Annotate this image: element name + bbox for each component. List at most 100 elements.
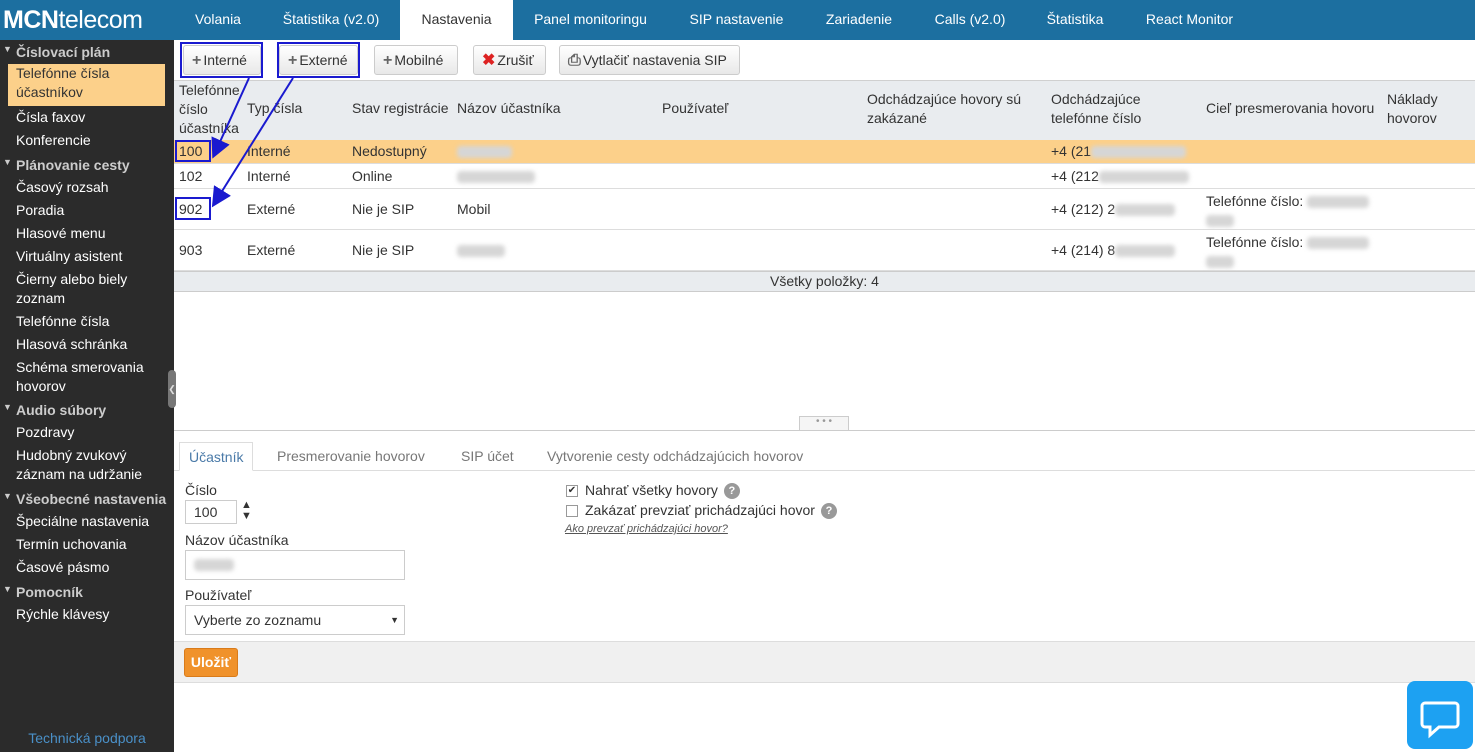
highlight-box (175, 140, 211, 162)
cell-status: Nie je SIP (352, 201, 415, 217)
tab-ucastnik[interactable]: Účastník (179, 442, 254, 471)
nav-tab-react-monitor[interactable]: React Monitor (1123, 0, 1256, 40)
col-header-name[interactable]: Názov účastníka (457, 99, 561, 118)
grid-footer: Všetky položky: 4 (174, 271, 1475, 292)
cell-status: Nedostupný (352, 143, 427, 159)
sidebar-item-poradia[interactable]: Poradia (16, 201, 168, 220)
forbid-pickup-checkbox[interactable] (566, 505, 578, 517)
cell-type: Externé (247, 201, 296, 217)
panel-splitter-handle[interactable]: • • • (799, 416, 849, 430)
nav-tab-statistika-v2[interactable]: Štatistika (v2.0) (262, 0, 400, 40)
sidebar-item-casove-pasmo[interactable]: Časové pásmo (16, 558, 168, 577)
dropdown-arrow-icon: ▼ (390, 615, 399, 625)
sidebar-item-specialne-nastavenia[interactable]: Špeciálne nastavenia (16, 512, 168, 531)
sidebar-item-cisla-faxov[interactable]: Čísla faxov (16, 108, 168, 127)
printer-icon: ⎙ (568, 52, 581, 69)
sidebar-item-hlasove-menu[interactable]: Hlasové menu (16, 224, 168, 243)
col-header-type[interactable]: Typ čísla (247, 99, 302, 118)
col-header-outgoing-number[interactable]: Odchádzajúce telefónne číslo (1051, 90, 1171, 128)
tab-vytvorenie-cesty[interactable]: Vytvorenie cesty odchádzajúcich hovorov (538, 442, 812, 471)
col-header-call-costs[interactable]: Náklady hovorov (1387, 90, 1467, 128)
nav-tab-calls-v2[interactable]: Calls (v2.0) (913, 0, 1027, 40)
sidebar-item-rychle-klavesy[interactable]: Rýchle klávesy (16, 605, 168, 624)
chat-bubble-icon (1420, 701, 1460, 739)
sidebar-item-schema-smerovania[interactable]: Schéma smerovania hovorov (16, 358, 168, 396)
stepper-down-icon[interactable]: ▼ (241, 511, 252, 522)
cell-redirect: Telefónne číslo: (1206, 192, 1370, 230)
forbid-pickup-row: Zakázať prevziať prichádzajúci hovor? (585, 502, 837, 520)
nav-tab-statistika[interactable]: Štatistika (1027, 0, 1123, 40)
help-icon[interactable]: ? (723, 483, 740, 500)
mcn-telecom-logo[interactable]: MCNtelecom (3, 4, 143, 36)
cell-name-redacted (457, 167, 535, 186)
record-all-calls-row: Nahrať všetky hovory? (585, 482, 740, 500)
cell-outgoing: +4 (212) 2 (1051, 200, 1176, 219)
add-mobile-button[interactable]: + Mobilné (374, 45, 458, 75)
number-stepper[interactable]: ▲ ▼ (241, 500, 252, 522)
cell-type: Interné (247, 143, 291, 159)
nav-tab-sip-nastavenie[interactable]: SIP nastavenie (668, 0, 805, 40)
sidebar-item-telefonne-cisla[interactable]: Telefónne čísla (16, 312, 168, 331)
close-icon: ✖ (482, 52, 496, 69)
sidebar-collapse-handle[interactable]: ❮ (168, 370, 176, 408)
nav-tab-nastavenia[interactable]: Nastavenia (400, 0, 513, 40)
cell-type: Externé (247, 242, 296, 258)
nav-tab-zariadenie[interactable]: Zariadenie (805, 0, 913, 40)
cell-number: 903 (179, 242, 203, 258)
technical-support-link[interactable]: Technická podpora (0, 730, 174, 750)
table-row[interactable]: 903 Externé Nie je SIP +4 (214) 8 Telefó… (174, 230, 1475, 271)
cancel-button[interactable]: ✖ Zrušiť (473, 45, 546, 75)
save-button[interactable]: Uložiť (184, 648, 238, 677)
sidebar-item-casovy-rozsah[interactable]: Časový rozsah (16, 178, 168, 197)
tab-presmerovanie-hovorov[interactable]: Presmerovanie hovorov (268, 442, 434, 471)
caret-down-icon: ▼ (3, 584, 12, 594)
caret-down-icon: ▼ (3, 402, 12, 412)
tab-sip-ucet[interactable]: SIP účet (452, 442, 523, 471)
nav-tab-panel-monitoringu[interactable]: Panel monitoringu (513, 0, 668, 40)
subscriber-name-input[interactable] (185, 550, 405, 580)
sidebar-item-virtualny-asistent[interactable]: Virtuálny asistent (16, 247, 168, 266)
number-label: Číslo (185, 482, 217, 498)
cell-status: Nie je SIP (352, 242, 415, 258)
col-header-user[interactable]: Používateľ (662, 99, 728, 118)
sidebar-item-pozdravy[interactable]: Pozdravy (16, 423, 168, 442)
caret-down-icon: ▼ (3, 491, 12, 501)
cell-status: Online (352, 168, 393, 184)
highlight-box (180, 42, 263, 78)
col-header-number[interactable]: Telefónne číslo účastníka (179, 81, 243, 138)
highlight-box (175, 197, 211, 220)
sidebar: ▼ Číslovací plán Telefónne čísla účastník… (0, 40, 174, 752)
cell-number: 102 (179, 168, 203, 184)
subscriber-name-label: Názov účastníka (185, 532, 289, 548)
nav-tab-volania[interactable]: Volania (175, 0, 261, 40)
record-all-calls-checkbox[interactable]: ✔ (566, 485, 578, 497)
cell-redirect: Telefónne číslo: (1206, 233, 1370, 271)
caret-down-icon: ▼ (3, 157, 12, 167)
how-to-pickup-link[interactable]: Ako prevzať prichádzajúci hovor? (565, 523, 728, 535)
table-row[interactable]: 902 Externé Nie je SIP Mobil +4 (212) 2 … (174, 189, 1475, 230)
sidebar-item-termin-uchovania[interactable]: Termín uchovania (16, 535, 168, 554)
sidebar-item-hudobny-zaznam[interactable]: Hudobný zvukový záznam na udržanie (16, 446, 168, 484)
cell-name-redacted (457, 241, 505, 260)
cell-outgoing: +4 (21 (1051, 142, 1187, 161)
sidebar-item-hlasova-schranka[interactable]: Hlasová schránka (16, 335, 168, 354)
col-header-redirect-target[interactable]: Cieľ presmerovania hovoru (1206, 99, 1374, 118)
cell-outgoing: +4 (214) 8 (1051, 241, 1176, 260)
col-header-outgoing-forbidden[interactable]: Odchádzajúce hovory sú zakázané (867, 90, 1037, 128)
cell-outgoing: +4 (212 (1051, 167, 1189, 186)
user-select[interactable]: Vyberte zo zoznamu ▼ (185, 605, 405, 635)
cell-name-redacted (457, 142, 512, 161)
chat-widget-button[interactable] (1407, 681, 1473, 749)
col-header-status[interactable]: Stav registrácie (352, 99, 448, 118)
table-row[interactable]: 100 Interné Nedostupný +4 (21 (174, 140, 1475, 164)
print-sip-settings-button[interactable]: ⎙ Vytlačiť nastavenia SIP (559, 45, 740, 75)
cell-type: Interné (247, 168, 291, 184)
help-icon[interactable]: ? (820, 503, 837, 520)
cell-name: Mobil (457, 201, 491, 217)
sidebar-item-telefonne-cisla-ucastnikov[interactable]: Telefónne čísla účastníkov (8, 64, 165, 106)
table-row[interactable]: 102 Interné Online +4 (212 (174, 164, 1475, 189)
sidebar-item-cierny-biely-zoznam[interactable]: Čierny alebo biely zoznam (16, 270, 168, 308)
sidebar-item-konferencie[interactable]: Konferencie (16, 131, 168, 150)
grid-header: Telefónne číslo účastníka Typ čísla Stav… (174, 80, 1475, 140)
number-input[interactable]: 100 (185, 500, 237, 524)
